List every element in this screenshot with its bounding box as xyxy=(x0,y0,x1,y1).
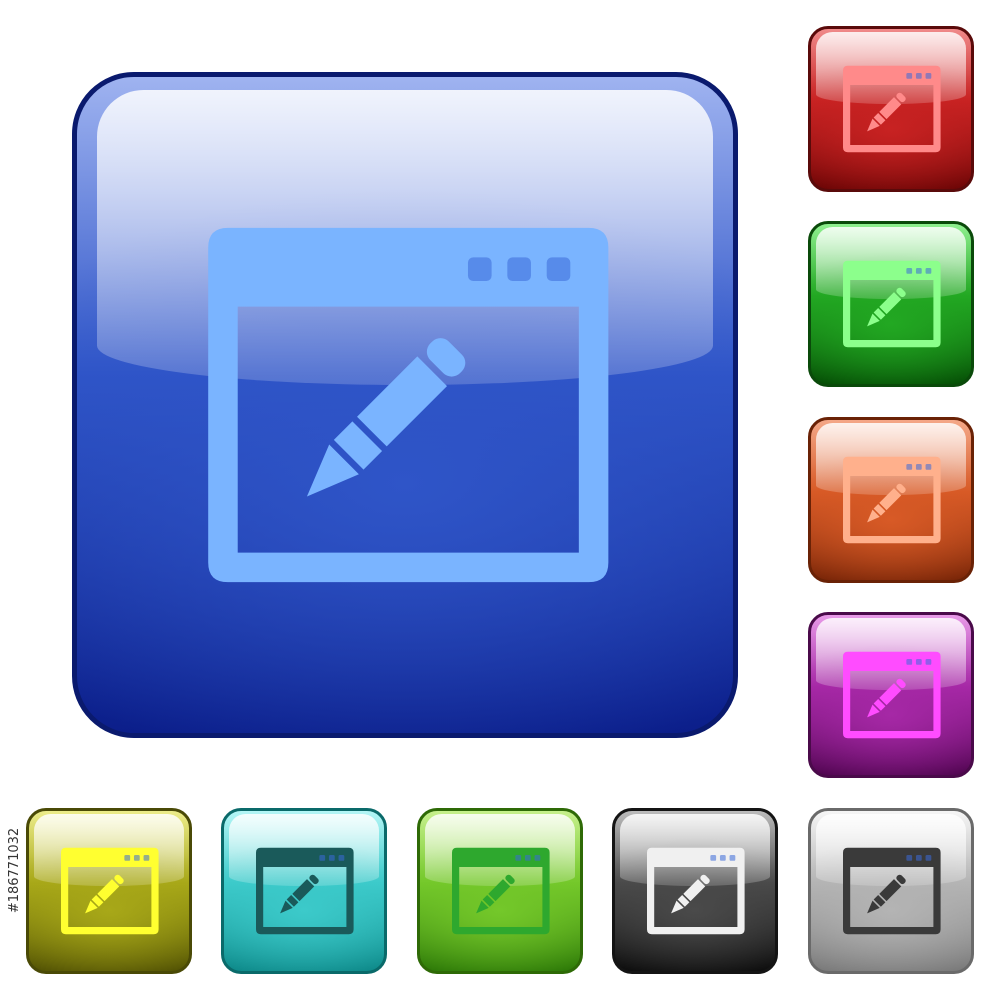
browser-edit-icon xyxy=(647,847,745,935)
purple-browser-edit-button[interactable] xyxy=(808,612,974,778)
gray-browser-edit-button[interactable] xyxy=(808,808,974,974)
stock-id-label: #186771032 xyxy=(7,827,23,913)
browser-edit-icon xyxy=(843,847,941,935)
green-browser-edit-button[interactable] xyxy=(808,221,974,387)
black-browser-edit-button[interactable] xyxy=(612,808,778,974)
browser-edit-icon xyxy=(61,847,159,935)
browser-edit-icon xyxy=(843,651,941,739)
browser-edit-icon xyxy=(256,847,354,935)
red-browser-edit-button[interactable] xyxy=(808,26,974,192)
browser-edit-icon xyxy=(452,847,550,935)
browser-edit-icon xyxy=(843,456,941,544)
stock-id-watermark: #186771032 xyxy=(4,770,26,970)
yellow-browser-edit-button[interactable] xyxy=(26,808,192,974)
orange-browser-edit-button[interactable] xyxy=(808,417,974,583)
cyan-browser-edit-button[interactable] xyxy=(221,808,387,974)
browser-edit-icon xyxy=(208,227,609,583)
blue-browser-edit-button[interactable] xyxy=(72,72,738,738)
browser-edit-icon xyxy=(843,260,941,348)
lime-browser-edit-button[interactable] xyxy=(417,808,583,974)
browser-edit-icon xyxy=(843,65,941,153)
